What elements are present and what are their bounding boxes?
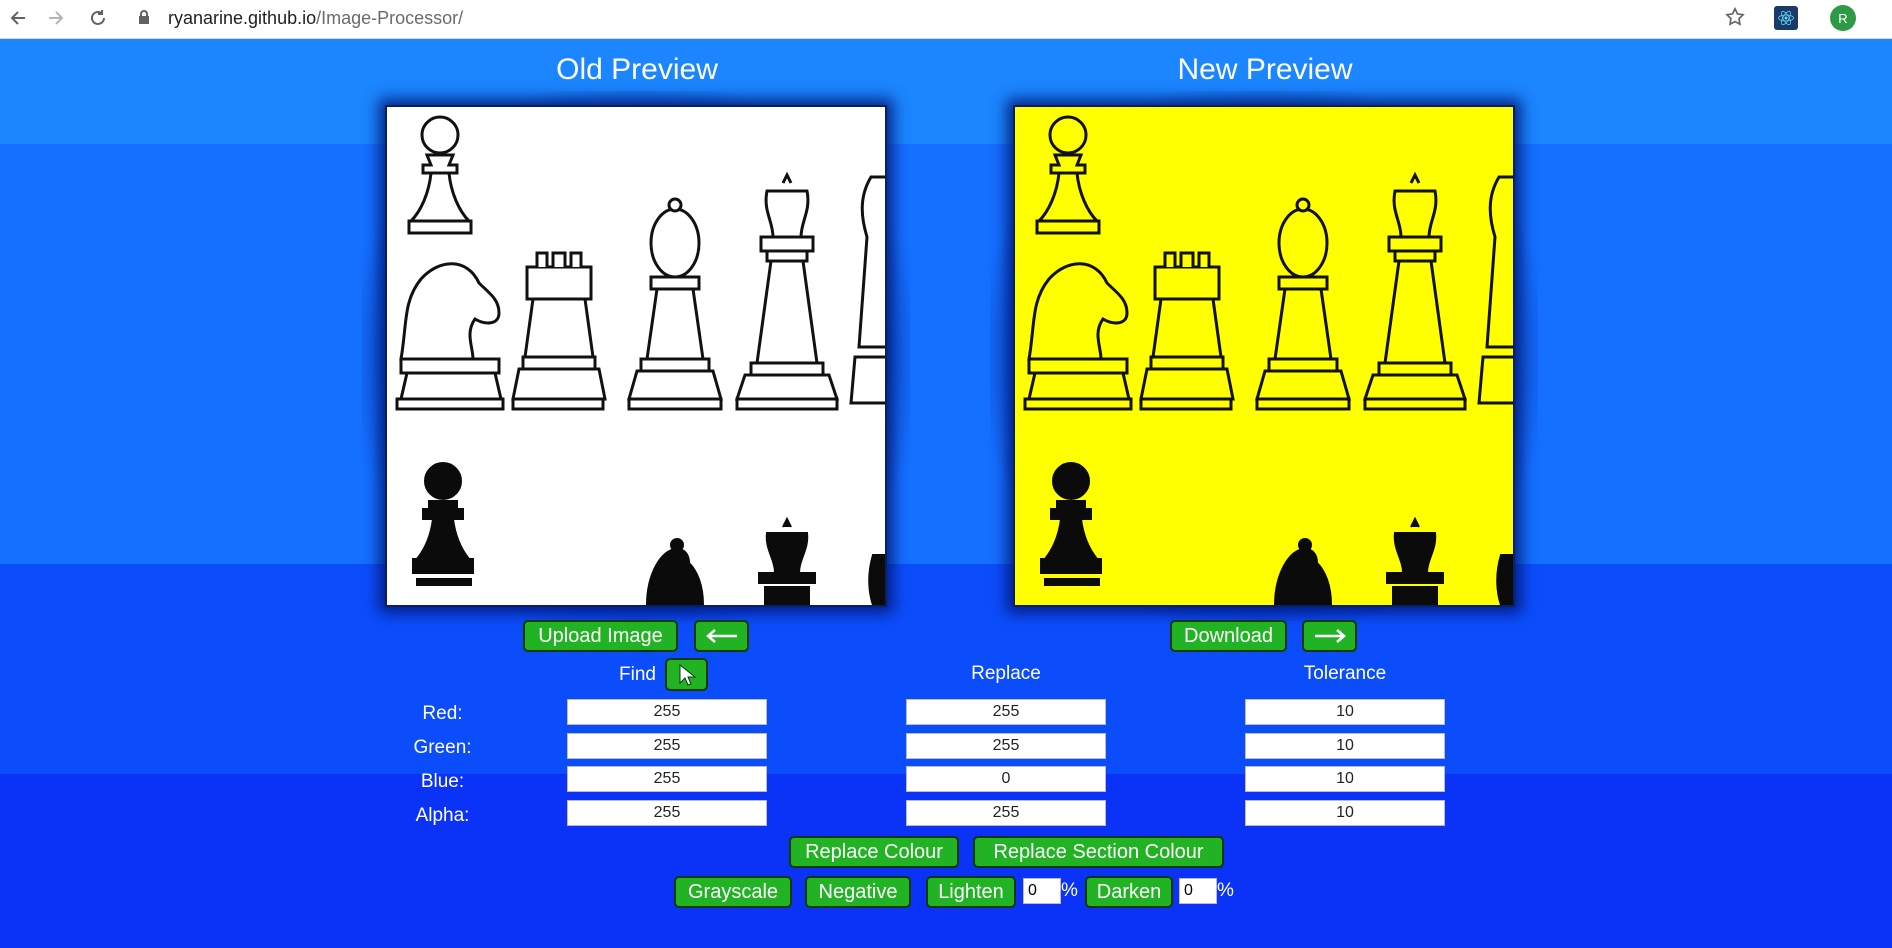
bookmark-star-icon[interactable] — [1724, 6, 1746, 33]
reload-icon[interactable] — [86, 6, 110, 30]
darken-percent-input[interactable] — [1179, 878, 1217, 904]
row-label-alpha: Alpha: — [415, 805, 470, 826]
find-alpha-input[interactable] — [567, 800, 767, 826]
tolerance-alpha-input[interactable] — [1245, 800, 1445, 826]
tolerance-red-input[interactable] — [1245, 699, 1445, 725]
tolerance-blue-input[interactable] — [1245, 766, 1445, 792]
grayscale-button[interactable]: Grayscale — [674, 876, 792, 908]
url-path: /Image-Processor/ — [316, 7, 464, 28]
url-host: ryanarine.github.io — [168, 7, 317, 28]
old-chess-pieces-image — [395, 115, 885, 605]
darken-percent-sign: % — [1217, 880, 1234, 901]
old-preview-canvas — [385, 105, 887, 607]
new-preview-title: New Preview — [1177, 53, 1353, 86]
copy-back-arrow-button[interactable] — [694, 620, 749, 652]
new-preview-canvas — [1013, 105, 1515, 607]
replace-alpha-input[interactable] — [906, 800, 1106, 826]
replace-section-colour-button[interactable]: Replace Section Colour — [973, 836, 1224, 868]
find-blue-input[interactable] — [567, 766, 767, 792]
lock-icon[interactable] — [138, 10, 150, 30]
row-label-blue: Blue: — [420, 771, 465, 792]
download-button[interactable]: Download — [1170, 620, 1287, 652]
react-devtools-extension-icon[interactable] — [1774, 6, 1798, 30]
replace-red-input[interactable] — [906, 699, 1106, 725]
lighten-button[interactable]: Lighten — [926, 876, 1016, 908]
row-label-green: Green: — [413, 737, 472, 758]
copy-forward-arrow-button[interactable] — [1302, 620, 1357, 652]
app-page: Old Preview New Preview Upload Image Dow… — [0, 39, 1892, 948]
replace-column-header: Replace — [971, 663, 1041, 684]
replace-blue-input[interactable] — [906, 766, 1106, 792]
address-bar[interactable]: ryanarine.github.io/Image-Processor/ — [168, 6, 463, 30]
new-chess-pieces-image — [1023, 115, 1513, 605]
forward-icon[interactable] — [44, 6, 68, 30]
upload-image-button[interactable]: Upload Image — [523, 620, 678, 652]
replace-green-input[interactable] — [906, 733, 1106, 759]
lighten-percent-sign: % — [1061, 880, 1078, 901]
browser-toolbar: ryanarine.github.io/Image-Processor/ R — [0, 0, 1892, 39]
arrow-right-icon — [1314, 629, 1346, 643]
darken-button[interactable]: Darken — [1085, 876, 1173, 908]
find-picker-button[interactable] — [665, 658, 708, 691]
replace-colour-button[interactable]: Replace Colour — [789, 836, 959, 868]
lighten-percent-input[interactable] — [1023, 878, 1061, 904]
find-green-input[interactable] — [567, 733, 767, 759]
old-preview-title: Old Preview — [556, 53, 718, 86]
row-label-red: Red: — [422, 703, 463, 724]
back-icon[interactable] — [6, 6, 30, 30]
tolerance-column-header: Tolerance — [1303, 663, 1387, 684]
profile-avatar[interactable]: R — [1830, 5, 1856, 31]
tolerance-green-input[interactable] — [1245, 733, 1445, 759]
arrow-left-icon — [705, 629, 737, 643]
find-red-input[interactable] — [567, 699, 767, 725]
find-label: Find — [619, 664, 656, 685]
cursor-pointer-icon — [679, 663, 696, 686]
negative-button[interactable]: Negative — [805, 876, 911, 908]
